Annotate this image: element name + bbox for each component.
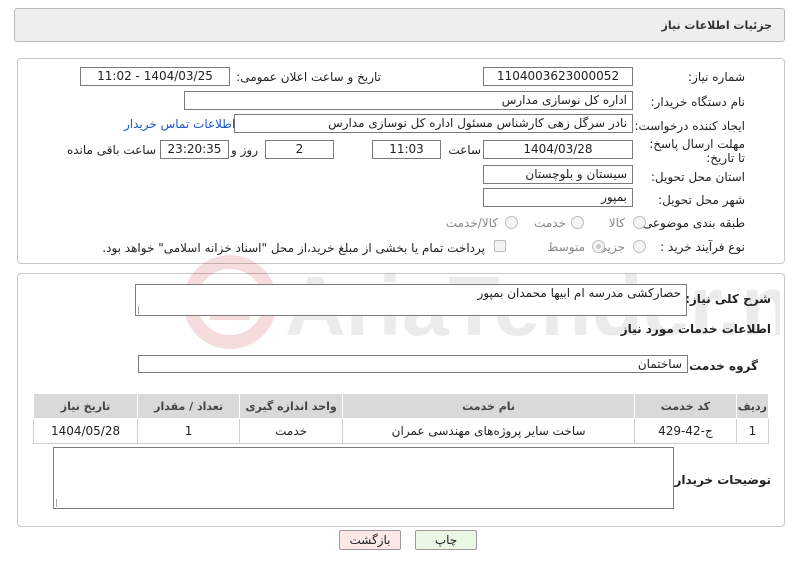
cell-need-date: 1404/05/28: [32, 418, 139, 444]
services-table: ردیف کد خدمت نام خدمت واحد اندازه گیری ت…: [32, 393, 770, 444]
service-group-label: گروه خدمت:: [684, 359, 758, 373]
description-label: شرح کلی نیاز:: [685, 292, 771, 306]
time-remaining-field: 23:20:35: [160, 140, 229, 159]
deadline-label: مهلت ارسال پاسخ: تا تاریخ:: [649, 137, 745, 165]
days-remaining-field: 2: [265, 140, 334, 159]
col-unit: واحد اندازه گیری: [239, 393, 344, 419]
description-field: حصارکشی مدرسه ام ابیها محمدان بمپور: [135, 284, 687, 316]
deadline-time-label: ساعت: [448, 143, 481, 157]
col-row-number: ردیف: [735, 393, 770, 419]
cell-service-code: ج-42-429: [634, 418, 737, 444]
category-radio-goods-service[interactable]: [505, 216, 518, 229]
category-option-service: خدمت: [534, 216, 566, 230]
time-remaining-label: ساعت باقی مانده: [66, 143, 156, 157]
buyer-notes-field[interactable]: [53, 447, 674, 509]
category-radio-service[interactable]: [571, 216, 584, 229]
need-number-field: 1104003623000052: [483, 67, 633, 86]
province-label: استان محل تحویل:: [650, 170, 745, 184]
category-radio-goods[interactable]: [633, 216, 646, 229]
deadline-time-field: 11:03: [372, 140, 441, 159]
col-service-code: کد خدمت: [634, 393, 737, 419]
services-table-header: ردیف کد خدمت نام خدمت واحد اندازه گیری ت…: [32, 393, 770, 419]
cell-unit: خدمت: [239, 418, 344, 444]
requester-field: نادر سرگل زهی کارشناس مسئول اداره کل نوس…: [234, 114, 633, 133]
back-button[interactable]: بازگشت: [339, 530, 401, 550]
col-service-name: نام خدمت: [342, 393, 636, 419]
deadline-date-field: 1404/03/28: [483, 140, 633, 159]
table-row: 1 ج-42-429 ساخت سایر پروژه‌های مهندسی عم…: [32, 418, 770, 444]
page-header: جزئیات اطلاعات نیاز: [14, 8, 785, 42]
need-number-label: شماره نیاز:: [688, 70, 745, 84]
buyer-org-label: نام دستگاه خریدار:: [650, 95, 746, 109]
cell-row-number: 1: [735, 418, 770, 444]
buyer-org-field: اداره کل نوسازی مدارس: [184, 91, 633, 110]
city-label: شهر محل تحویل:: [658, 193, 745, 207]
services-section-title: اطلاعات خدمات مورد نیاز: [620, 322, 771, 336]
buyer-contact-link[interactable]: اطلاعات تماس خریدار: [124, 117, 235, 131]
service-group-field: ساختمان: [138, 355, 688, 373]
announce-datetime-field: 1404/03/25 - 11:02: [80, 67, 230, 86]
cell-quantity: 1: [137, 418, 241, 444]
days-label: روز و: [231, 143, 258, 157]
buyer-notes-label: توضیحات خریدار:: [669, 473, 771, 487]
print-button[interactable]: چاپ: [415, 530, 477, 550]
category-option-goods: کالا: [608, 216, 625, 230]
category-option-goods-service: کالا/خدمت: [445, 216, 498, 230]
category-label: طبقه بندی موضوعی:: [638, 216, 745, 230]
col-quantity: تعداد / مقدار: [137, 393, 241, 419]
province-field: سیستان و بلوچستان: [483, 165, 633, 184]
page-title: جزئیات اطلاعات نیاز: [661, 19, 773, 32]
requester-label: ایجاد کننده درخواست:: [634, 119, 745, 133]
col-need-date: تاریخ نیاز: [32, 393, 139, 419]
cell-service-name: ساخت سایر پروژه‌های مهندسی عمران: [342, 418, 636, 444]
city-field: بمپور: [483, 188, 633, 207]
description-resize-handle[interactable]: [138, 306, 147, 314]
announce-datetime-label: تاریخ و ساعت اعلان عمومی:: [236, 70, 381, 84]
buyer-notes-resize-handle[interactable]: [56, 499, 65, 507]
